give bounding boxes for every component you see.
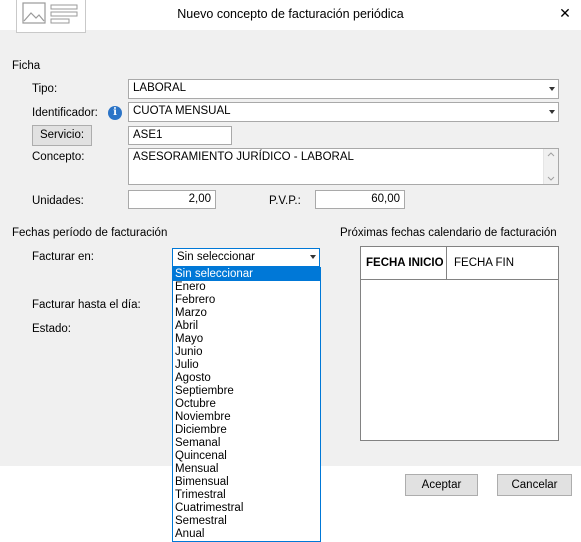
concepto-textarea[interactable]: ASESORAMIENTO JURÍDICO - LABORAL [128, 148, 559, 185]
dropdown-option[interactable]: Septiembre [173, 385, 320, 398]
dropdown-option[interactable]: Cuatrimestral [173, 502, 320, 515]
dropdown-option[interactable]: Sin seleccionar [173, 268, 320, 281]
section-periodo: Fechas período de facturación [12, 227, 168, 239]
tipo-value: LABORAL [133, 82, 187, 94]
servicio-field[interactable]: ASE1 [128, 126, 232, 145]
dropdown-option[interactable]: Junio [173, 346, 320, 359]
dropdown-option[interactable]: Diciembre [173, 424, 320, 437]
fechas-table[interactable]: FECHA INICIO FECHA FIN [360, 246, 559, 441]
concepto-scrollbar[interactable] [543, 149, 558, 184]
dropdown-option[interactable]: Bimensual [173, 476, 320, 489]
dropdown-option[interactable]: Quincenal [173, 450, 320, 463]
dropdown-option[interactable]: Febrero [173, 294, 320, 307]
unidades-field[interactable]: 2,00 [128, 190, 216, 209]
pvp-label: P.V.P.: [269, 195, 301, 207]
concepto-value: ASESORAMIENTO JURÍDICO - LABORAL [133, 151, 354, 163]
dropdown-option[interactable]: Marzo [173, 307, 320, 320]
dropdown-option[interactable]: Octubre [173, 398, 320, 411]
section-proximas: Próximas fechas calendario de facturació… [340, 227, 557, 239]
dropdown-option[interactable]: Trimestral [173, 489, 320, 502]
chevron-down-icon [549, 87, 555, 91]
title-bar: Nuevo concepto de facturación periódica … [0, 0, 581, 33]
dropdown-option[interactable]: Anual [173, 528, 320, 541]
window-title: Nuevo concepto de facturación periódica [177, 7, 404, 21]
close-icon[interactable]: ✕ [555, 3, 575, 23]
servicio-button[interactable]: Servicio: [32, 125, 92, 146]
dropdown-option[interactable]: Abril [173, 320, 320, 333]
chevron-down-icon [310, 255, 316, 259]
pvp-field[interactable]: 60,00 [315, 190, 405, 209]
facturar-en-dropdown[interactable]: Sin seleccionar Enero Febrero Marzo Abri… [172, 267, 321, 542]
tipo-label: Tipo: [32, 83, 58, 95]
column-fecha-inicio[interactable]: FECHA INICIO [361, 247, 447, 279]
identificador-label: Identificador: [32, 107, 98, 119]
dropdown-option[interactable]: Semestral [173, 515, 320, 528]
tipo-select[interactable]: LABORAL [128, 79, 559, 99]
dropdown-option[interactable]: Mensual [173, 463, 320, 476]
facturar-en-value: Sin seleccionar [177, 251, 255, 263]
identificador-select[interactable]: CUOTA MENSUAL [128, 102, 559, 122]
table-header: FECHA INICIO FECHA FIN [361, 247, 558, 280]
column-fecha-fin[interactable]: FECHA FIN [447, 247, 558, 279]
facturar-hasta-label: Facturar hasta el día: [32, 299, 141, 311]
info-icon[interactable]: i [108, 106, 122, 120]
section-ficha: Ficha [12, 60, 41, 72]
dropdown-option[interactable]: Enero [173, 281, 320, 294]
accept-button[interactable]: Aceptar [405, 474, 478, 496]
unidades-label: Unidades: [32, 195, 84, 207]
facturar-en-select[interactable]: Sin seleccionar [172, 248, 320, 267]
estado-label: Estado: [32, 323, 71, 335]
dropdown-option[interactable]: Julio [173, 359, 320, 372]
dropdown-option[interactable]: Agosto [173, 372, 320, 385]
concepto-label: Concepto: [32, 151, 85, 163]
identificador-value: CUOTA MENSUAL [133, 105, 231, 117]
chevron-down-icon [549, 110, 555, 114]
cancel-button[interactable]: Cancelar [497, 474, 572, 496]
facturar-en-label: Facturar en: [32, 251, 94, 263]
dropdown-option[interactable]: Noviembre [173, 411, 320, 424]
dropdown-option[interactable]: Mayo [173, 333, 320, 346]
dropdown-option[interactable]: Semanal [173, 437, 320, 450]
